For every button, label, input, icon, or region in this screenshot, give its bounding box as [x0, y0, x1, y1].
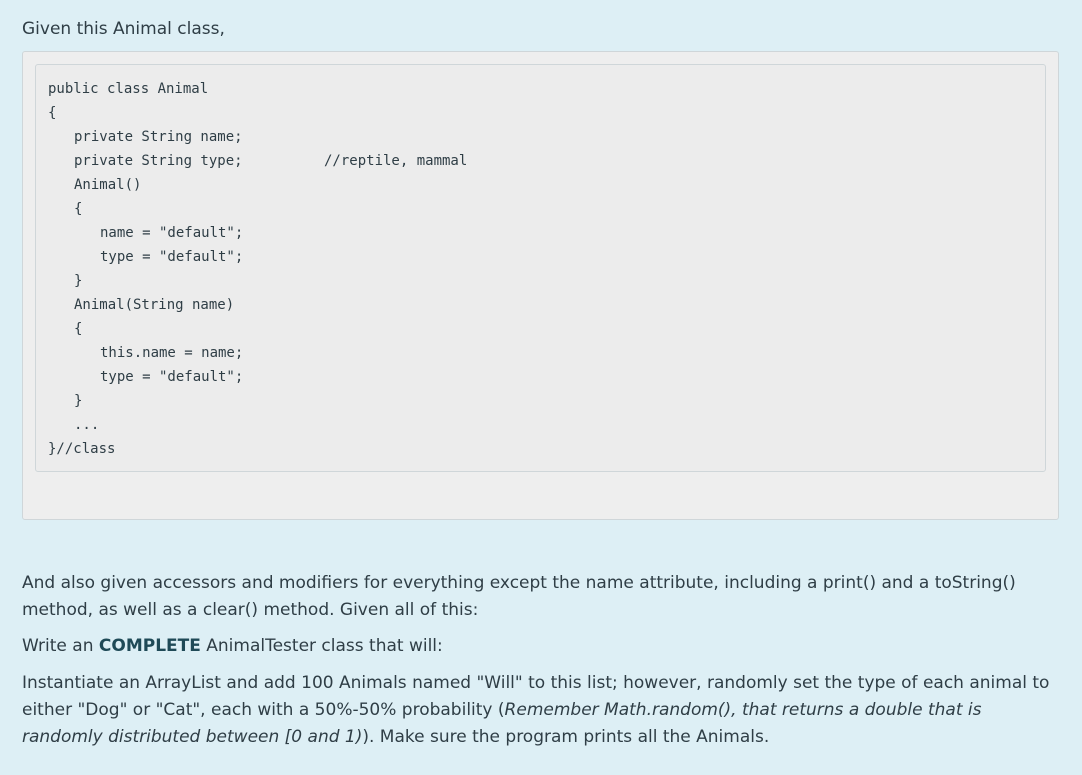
code-line-text: private String type; — [74, 153, 243, 169]
task-text-after: AnimalTester class that will: — [200, 636, 443, 656]
task-text-before: Write an — [22, 636, 99, 656]
code-line: { — [48, 105, 57, 121]
task-bold-word: COMPLETE — [98, 636, 201, 656]
code-line: type = "default"; — [100, 249, 244, 265]
code-line: Animal() — [74, 177, 142, 193]
code-line: } — [74, 273, 83, 289]
code-line: }//class — [48, 441, 116, 457]
given-paragraph: And also given accessors and modifiers f… — [22, 573, 1016, 620]
code-line: } — [74, 393, 83, 409]
code-line: private String type; //reptile, mammal — [48, 149, 467, 173]
question-content-box: public class Animal { private String nam… — [22, 51, 1059, 520]
code-comment: //reptile, mammal — [324, 153, 468, 169]
code-line: type = "default"; — [100, 369, 244, 385]
code-line: public class Animal — [48, 81, 209, 97]
instructions-paragraph: Instantiate an ArrayList and add 100 Ani… — [22, 670, 1052, 751]
code-block: public class Animal { private String nam… — [35, 64, 1046, 472]
code-line: private String name; — [74, 129, 243, 145]
code-line: { — [74, 321, 83, 337]
code-line: Animal(String name) — [74, 297, 235, 313]
code-line: name = "default"; — [100, 225, 244, 241]
instructions-end: ). Make sure the program prints all the … — [362, 727, 770, 747]
code-line: ... — [74, 417, 100, 433]
intro-text: Given this Animal class, — [22, 19, 225, 39]
task-paragraph: Write an COMPLETE AnimalTester class tha… — [22, 633, 1052, 660]
code-listing: public class Animal { private String nam… — [48, 77, 467, 461]
code-line: { — [74, 201, 83, 217]
code-line: this.name = name; — [100, 345, 244, 361]
